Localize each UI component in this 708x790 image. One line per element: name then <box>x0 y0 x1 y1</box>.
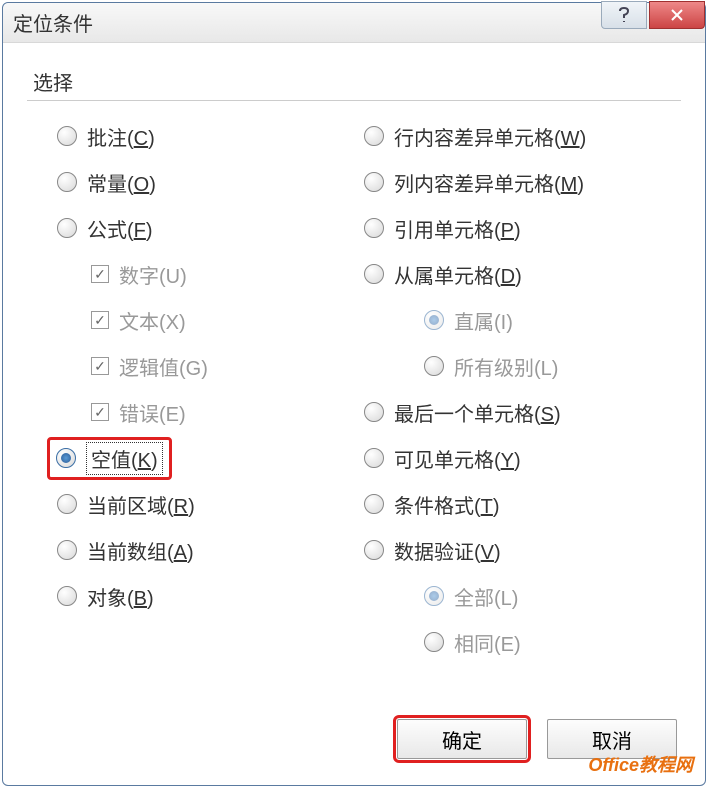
dialog-window: 定位条件 选择 批注(C) 常量(O) 公式(F) ✓ 数字(U) ✓ 文本(X) … <box>2 2 706 786</box>
radio-constants[interactable]: 常量(O) <box>57 159 354 205</box>
close-button[interactable] <box>649 1 705 29</box>
checkbox-text: ✓ 文本(X) <box>57 297 354 343</box>
ok-button[interactable]: 确定 <box>397 719 527 759</box>
checkbox-label: 逻辑值(G) <box>119 352 208 381</box>
radio-label: 空值(K) <box>86 442 163 475</box>
radio-icon <box>364 494 384 514</box>
radio-icon <box>364 448 384 468</box>
radio-all-levels: 所有级别(L) <box>364 343 681 389</box>
checkbox-label: 错误(E) <box>119 398 186 427</box>
fieldset-label: 选择 <box>33 67 681 96</box>
radio-label: 公式(F) <box>87 214 153 243</box>
radio-label: 相同(E) <box>454 628 521 657</box>
radio-label: 条件格式(T) <box>394 490 500 519</box>
highlight-box: 空值(K) <box>47 437 172 480</box>
watermark-text: Office教程网 <box>588 751 693 777</box>
left-column: 批注(C) 常量(O) 公式(F) ✓数字(U) ✓文本(X) ✓逻辑值(G) … <box>27 113 354 665</box>
help-icon <box>617 6 631 24</box>
checkbox-numbers: ✓ 数字(U) <box>57 251 354 297</box>
radio-label: 数据验证(V) <box>394 536 501 565</box>
fieldset-divider <box>27 100 681 101</box>
checkbox-label: 数字(U) <box>119 260 187 289</box>
checkbox-icon: ✓ <box>91 265 109 283</box>
radio-icon <box>364 540 384 560</box>
radio-icon <box>57 586 77 606</box>
radio-label: 引用单元格(P) <box>394 214 521 243</box>
right-column: 行内容差异单元格(W) 列内容差异单元格(M) 引用单元格(P) 从属单元格(D… <box>354 113 681 665</box>
radio-label: 列内容差异单元格(M) <box>394 168 584 197</box>
radio-all: 全部(L) <box>364 573 681 619</box>
checkbox-icon: ✓ <box>91 403 109 421</box>
radio-label: 批注(C) <box>87 122 155 151</box>
radio-dependents[interactable]: 从属单元格(D) <box>364 251 681 297</box>
dialog-content: 选择 批注(C) 常量(O) 公式(F) ✓ 数字(U) ✓ 文本(X) ✓ 逻辑值(… <box>3 43 705 685</box>
radio-current-region[interactable]: 当前区域(R) <box>57 481 354 527</box>
radio-direct: 直属(I) <box>364 297 681 343</box>
checkbox-icon: ✓ <box>91 357 109 375</box>
radio-icon <box>424 356 444 376</box>
radio-current-array[interactable]: 当前数组(A) <box>57 527 354 573</box>
radio-icon <box>424 632 444 652</box>
radio-label: 直属(I) <box>454 306 513 335</box>
radio-blanks[interactable]: 空值(K) <box>57 435 354 481</box>
checkbox-label: 文本(X) <box>119 306 186 335</box>
radio-icon-selected <box>424 310 444 330</box>
radio-last-cell[interactable]: 最后一个单元格(S) <box>364 389 681 435</box>
radio-label: 从属单元格(D) <box>394 260 522 289</box>
radio-icon <box>364 218 384 238</box>
radio-label: 可见单元格(Y) <box>394 444 521 473</box>
radio-same: 相同(E) <box>364 619 681 665</box>
radio-label: 当前区域(R) <box>87 490 195 519</box>
radio-icon <box>57 540 77 560</box>
checkbox-errors: ✓ 错误(E) <box>57 389 354 435</box>
checkbox-icon: ✓ <box>91 311 109 329</box>
options-columns: 批注(C) 常量(O) 公式(F) ✓数字(U) ✓文本(X) ✓逻辑值(G) … <box>27 113 681 665</box>
radio-col-diff[interactable]: 列内容差异单元格(M) <box>364 159 681 205</box>
close-icon <box>669 7 685 23</box>
radio-icon-selected <box>56 448 76 468</box>
radio-label: 对象(B) <box>87 582 154 611</box>
checkbox-logicals: ✓ 逻辑值(G) <box>57 343 354 389</box>
titlebar: 定位条件 <box>3 3 705 43</box>
titlebar-buttons <box>601 1 705 29</box>
radio-visible[interactable]: 可见单元格(Y) <box>364 435 681 481</box>
radio-label: 常量(O) <box>87 168 156 197</box>
help-button[interactable] <box>601 1 647 29</box>
radio-label: 所有级别(L) <box>454 352 558 381</box>
radio-icon <box>364 402 384 422</box>
radio-row-diff[interactable]: 行内容差异单元格(W) <box>364 113 681 159</box>
radio-label: 当前数组(A) <box>87 536 194 565</box>
dialog-title: 定位条件 <box>13 8 93 37</box>
radio-label: 最后一个单元格(S) <box>394 398 561 427</box>
radio-formulas[interactable]: 公式(F) <box>57 205 354 251</box>
radio-cond-format[interactable]: 条件格式(T) <box>364 481 681 527</box>
radio-label: 行内容差异单元格(W) <box>394 122 586 151</box>
radio-icon-selected <box>424 586 444 606</box>
radio-precedents[interactable]: 引用单元格(P) <box>364 205 681 251</box>
radio-icon <box>364 172 384 192</box>
radio-label: 全部(L) <box>454 582 518 611</box>
radio-comments[interactable]: 批注(C) <box>57 113 354 159</box>
radio-objects[interactable]: 对象(B) <box>57 573 354 619</box>
radio-icon <box>364 264 384 284</box>
radio-icon <box>57 172 77 192</box>
radio-icon <box>57 494 77 514</box>
radio-icon <box>364 126 384 146</box>
radio-icon <box>57 218 77 238</box>
radio-icon <box>57 126 77 146</box>
radio-data-valid[interactable]: 数据验证(V) <box>364 527 681 573</box>
